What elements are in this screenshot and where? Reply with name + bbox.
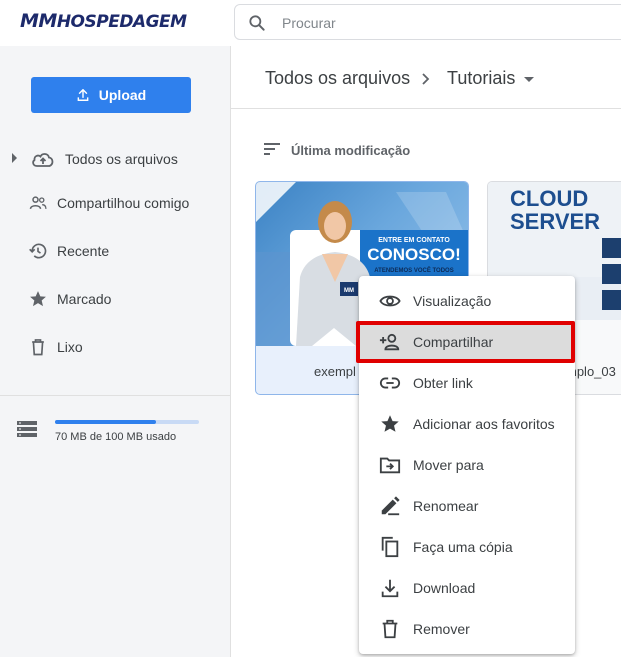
search-box[interactable]: Procurar [234,4,621,40]
sidebar-item-label: Todos os arquivos [65,151,178,167]
star-icon [381,415,399,432]
sidebar-item-starred[interactable]: Marcado [0,279,231,319]
breadcrumb-current[interactable]: Tutoriais [447,68,515,89]
upload-label: Upload [98,87,147,103]
thumb-text-contact: ENTRE EM CONTATO [378,237,450,244]
expand-caret-icon[interactable] [12,153,17,163]
chevron-down-icon[interactable] [524,77,534,82]
chevron-right-icon [422,73,430,85]
sidebar-item-recent[interactable]: Recente [0,231,231,271]
search-input[interactable]: Procurar [282,15,336,31]
folder-move-icon [379,457,401,474]
svg-text:MM: MM [344,288,354,294]
sort-icon[interactable] [264,143,280,155]
sidebar-item-all-files[interactable]: Todos os arquivos [0,139,231,179]
thumb-text-server: SERVER [510,209,600,234]
link-icon [379,377,401,389]
storage-icon [17,421,37,437]
trash-icon [32,339,44,356]
storage-usage-text: 70 MB de 100 MB usado [55,431,177,443]
menu-item-rename[interactable]: Renomear [359,485,575,526]
sidebar-item-label: Recente [57,243,110,259]
pencil-icon [381,496,400,516]
trash-icon [382,619,398,639]
menu-item-add-favorite[interactable]: Adicionar aos favoritos [359,403,575,444]
thumb-text-attend: ATENDEMOS VOCÊ TODOS [374,266,453,274]
menu-item-copy[interactable]: Faça uma cópia [359,526,575,567]
storage-progress-bar [55,420,199,424]
top-bar: MMHOSPEDAGEM Procurar [0,0,621,46]
upload-button[interactable]: Upload [31,77,191,113]
sidebar-divider [0,395,231,396]
sidebar-item-shared[interactable]: Compartilhou comigo [0,183,231,223]
brand-logo[interactable]: MMHOSPEDAGEM [20,10,187,32]
people-icon [29,196,47,210]
sort-label[interactable]: Última modificação [291,143,410,158]
menu-item-label: Mover para [413,457,484,473]
menu-item-preview[interactable]: Visualização [359,280,575,321]
menu-item-remove[interactable]: Remover [359,608,575,649]
eye-icon [379,295,401,307]
search-icon [249,15,265,31]
sidebar-item-label: Compartilhou comigo [57,195,190,211]
highlight-annotation [356,321,575,363]
header-divider [231,108,621,109]
menu-item-label: Faça uma cópia [413,539,513,555]
menu-item-label: Renomear [413,498,479,514]
download-icon [381,579,399,598]
sidebar-item-label: Lixo [57,339,83,355]
menu-item-label: Obter link [413,375,473,391]
menu-item-move[interactable]: Mover para [359,444,575,485]
thumb-text-cloud: CLOUD [510,186,588,211]
menu-item-label: Visualização [413,293,492,309]
menu-item-label: Download [413,580,476,596]
thumb-text-conosco: CONOSCO! [367,245,461,264]
breadcrumb-root[interactable]: Todos os arquivos [265,68,410,89]
history-icon [29,243,47,259]
storage-progress-fill [55,420,156,424]
menu-item-label: Adicionar aos favoritos [413,416,555,432]
menu-item-label: Remover [413,621,470,637]
file-name: exempl [314,364,356,379]
sidebar-item-trash[interactable]: Lixo [0,327,231,367]
cloud-upload-icon [32,153,54,167]
copy-icon [381,536,399,558]
sidebar: Upload Todos os arquivos Compartilhou co… [0,46,231,657]
upload-icon [77,89,89,101]
sidebar-item-label: Marcado [57,291,112,307]
menu-item-get-link[interactable]: Obter link [359,362,575,403]
star-icon [30,291,46,307]
menu-item-download[interactable]: Download [359,567,575,608]
